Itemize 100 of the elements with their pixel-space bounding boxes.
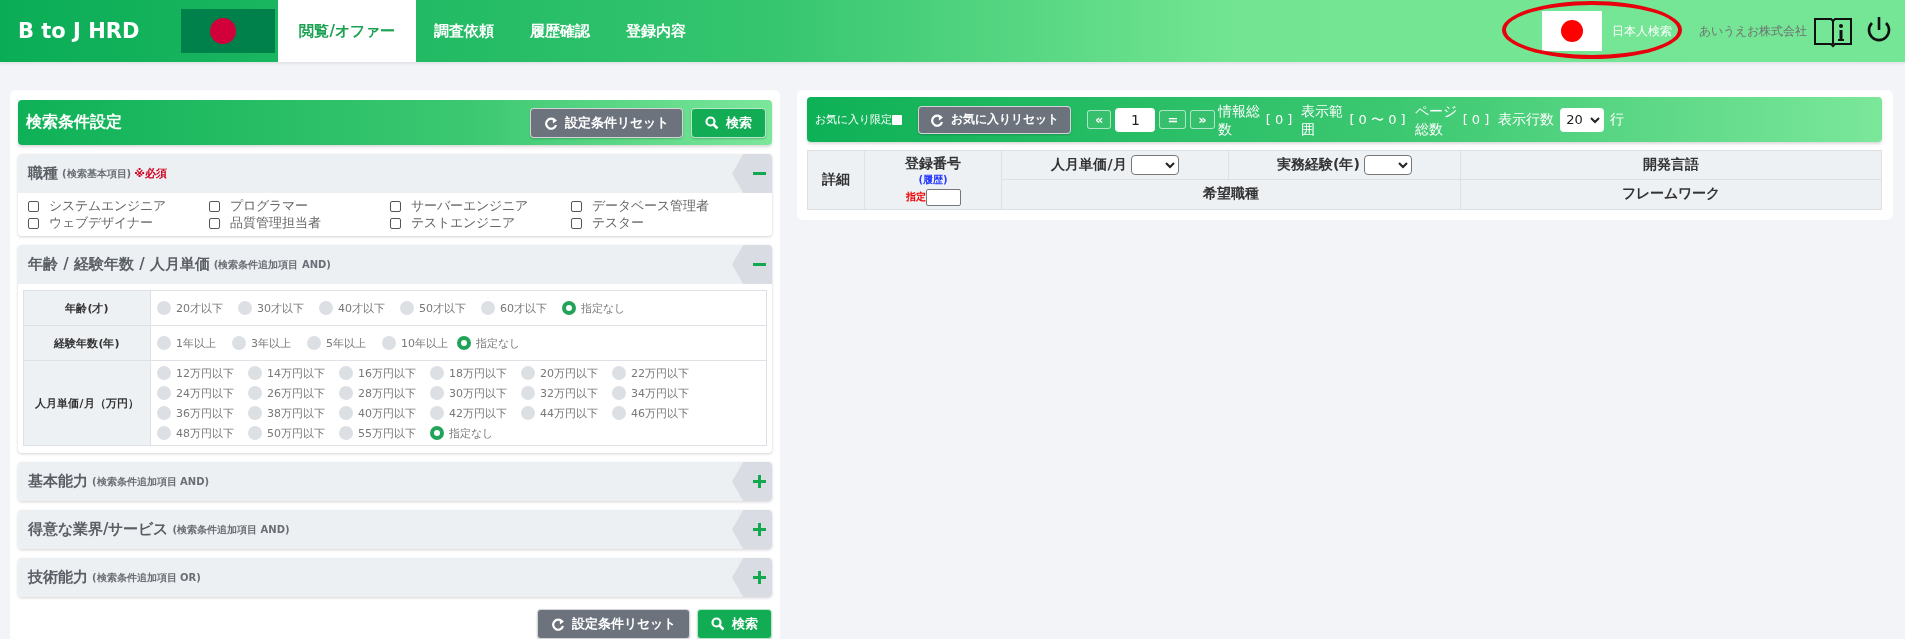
radio-button[interactable] bbox=[612, 406, 626, 420]
radio-label: 1年以上 bbox=[176, 335, 216, 351]
filter-select[interactable] bbox=[1130, 155, 1179, 176]
column-header: フレームワーク bbox=[1460, 179, 1882, 209]
page-number-field[interactable]: 1 bbox=[1115, 107, 1156, 132]
radio-button[interactable] bbox=[481, 301, 495, 315]
radio-label: 22万円以下 bbox=[631, 365, 689, 381]
radio-button[interactable] bbox=[339, 366, 353, 380]
search-button[interactable]: 検索 bbox=[697, 609, 772, 639]
section-header[interactable]: 基本能力 (検索条件追加項目 AND) bbox=[18, 462, 772, 501]
radio-label: 指定なし bbox=[581, 300, 625, 316]
checkbox[interactable] bbox=[892, 114, 902, 125]
checkbox[interactable] bbox=[28, 200, 39, 212]
radio-button[interactable] bbox=[521, 386, 535, 400]
toggle-button[interactable] bbox=[732, 558, 772, 597]
reset-button[interactable]: 設定条件リセット bbox=[537, 609, 690, 639]
refresh-icon bbox=[544, 115, 558, 130]
toggle-button[interactable] bbox=[732, 245, 772, 284]
section-title: 得意な業界/サービス bbox=[28, 520, 169, 539]
radio-button[interactable] bbox=[157, 426, 171, 440]
radio-button[interactable] bbox=[157, 386, 171, 400]
radio-button[interactable] bbox=[248, 406, 262, 420]
app-logo[interactable]: B to J HRD bbox=[18, 19, 140, 43]
search-button[interactable]: 検索 bbox=[691, 107, 766, 138]
favorites-only-label: お気に入り限定 bbox=[815, 112, 892, 127]
section-header[interactable]: 職種 (検索基本項目) ※必須 bbox=[18, 154, 772, 193]
radio-button[interactable] bbox=[382, 336, 396, 350]
radio-button[interactable] bbox=[232, 336, 246, 350]
radio-button[interactable] bbox=[430, 386, 444, 400]
radio-button[interactable] bbox=[157, 406, 171, 420]
section-title: 基本能力 bbox=[28, 472, 88, 491]
radio-button[interactable] bbox=[521, 366, 535, 380]
radio-button[interactable] bbox=[562, 301, 576, 315]
radio-button[interactable] bbox=[430, 366, 444, 380]
reset-button[interactable]: 設定条件リセット bbox=[530, 107, 683, 138]
radio-button[interactable] bbox=[248, 386, 262, 400]
radio-label: 16万円以下 bbox=[358, 365, 416, 381]
radio-button[interactable] bbox=[521, 406, 535, 420]
radio-button[interactable] bbox=[157, 301, 171, 315]
nav-tab[interactable]: 閲覧/オファー bbox=[278, 0, 416, 62]
toggle-button[interactable] bbox=[732, 462, 772, 501]
refresh-icon bbox=[551, 617, 565, 631]
radio-button[interactable] bbox=[612, 386, 626, 400]
radio-label: 指定なし bbox=[476, 335, 520, 351]
radio-button[interactable] bbox=[430, 426, 444, 440]
section-header[interactable]: 技術能力 (検索条件追加項目 OR) bbox=[18, 558, 772, 597]
filter-select[interactable] bbox=[1363, 155, 1412, 176]
radio-button[interactable] bbox=[248, 426, 262, 440]
radio-label: 20才以下 bbox=[176, 300, 223, 316]
radio-label: 34万円以下 bbox=[631, 385, 689, 401]
favorites-reset-button[interactable]: お気に入りリセット bbox=[918, 105, 1071, 134]
radio-button[interactable] bbox=[238, 301, 252, 315]
checkbox[interactable] bbox=[209, 217, 220, 229]
column-title: 実務経験(年) bbox=[1277, 156, 1360, 175]
section-note: (検索条件追加項目 AND) bbox=[92, 474, 210, 489]
column-title: 登録番号 bbox=[904, 155, 962, 173]
checkbox[interactable] bbox=[209, 200, 220, 212]
radio-button[interactable] bbox=[400, 301, 414, 315]
nav-tab[interactable]: 調査依頼 bbox=[415, 0, 512, 62]
section-note: (検索条件追加項目 OR) bbox=[92, 570, 201, 585]
radio-button[interactable] bbox=[457, 336, 471, 350]
checkbox-label: ウェブデザイナー bbox=[49, 214, 153, 232]
section-header[interactable]: 年齢 / 経験年数 / 人月単価 (検索条件追加項目 AND) bbox=[18, 245, 772, 284]
column-header: 詳細 bbox=[807, 150, 865, 209]
section-title: 技術能力 bbox=[28, 568, 88, 587]
stat-value: [ 0 〜 0 ] bbox=[1349, 110, 1406, 129]
radio-button[interactable] bbox=[339, 406, 353, 420]
section-header[interactable]: 得意な業界/サービス (検索条件追加項目 AND) bbox=[18, 510, 772, 549]
history-link[interactable]: (履歴) bbox=[865, 173, 1001, 187]
filter-field[interactable] bbox=[925, 188, 961, 206]
nav-tab[interactable]: 履歴確認 bbox=[511, 0, 608, 62]
section-note: (検索基本項目) bbox=[62, 166, 132, 181]
radio-button[interactable] bbox=[248, 366, 262, 380]
column-header: 希望職種 bbox=[1001, 179, 1461, 209]
toggle-button[interactable] bbox=[732, 154, 772, 193]
checkbox[interactable] bbox=[28, 217, 39, 229]
checkbox[interactable] bbox=[571, 200, 582, 212]
radio-button[interactable] bbox=[339, 426, 353, 440]
toggle-button[interactable] bbox=[732, 510, 772, 549]
radio-button[interactable] bbox=[157, 336, 171, 350]
plus-icon bbox=[753, 571, 766, 584]
radio-button[interactable] bbox=[307, 336, 321, 350]
radio-button[interactable] bbox=[319, 301, 333, 315]
checkbox-label: システムエンジニア bbox=[49, 197, 166, 215]
section-note: (検索条件追加項目 AND) bbox=[213, 257, 331, 272]
radio-label: 30才以下 bbox=[257, 300, 304, 316]
row-label: 経験年数(年) bbox=[23, 325, 151, 361]
checkbox[interactable] bbox=[390, 200, 401, 212]
search-icon bbox=[705, 115, 719, 130]
radio-button[interactable] bbox=[157, 366, 171, 380]
radio-button[interactable] bbox=[612, 366, 626, 380]
radio-button[interactable] bbox=[430, 406, 444, 420]
checkbox[interactable] bbox=[571, 217, 582, 229]
radio-label: 46万円以下 bbox=[631, 405, 689, 421]
radio-button[interactable] bbox=[339, 386, 353, 400]
rows-per-page-select[interactable]: 20 bbox=[1560, 107, 1605, 132]
chevron-icon bbox=[1590, 115, 1601, 124]
checkbox[interactable] bbox=[390, 217, 401, 229]
radio-label: 28万円以下 bbox=[358, 385, 416, 401]
radio-label: 44万円以下 bbox=[540, 405, 598, 421]
